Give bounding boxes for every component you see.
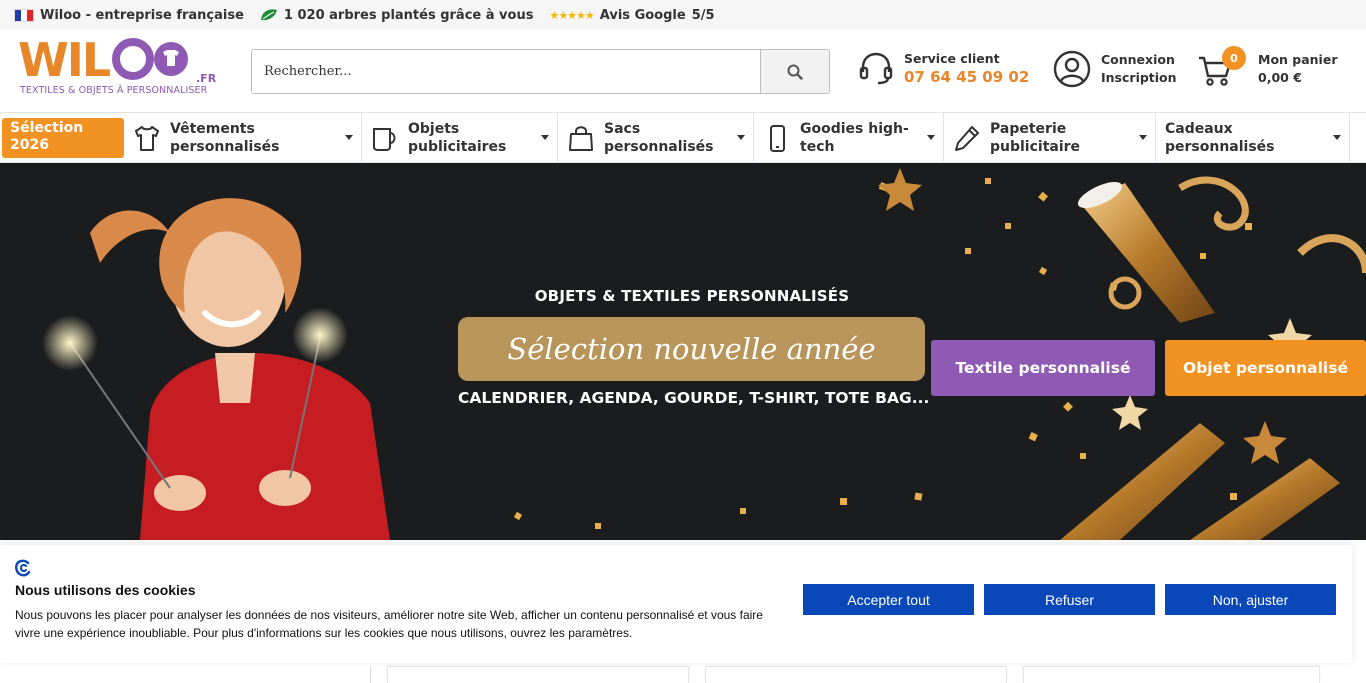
hero-title-banner: Sélection nouvelle année: [458, 317, 925, 381]
cookie-title: Nous utilisons des cookies: [15, 582, 196, 598]
nav-vetements-line1: Vêtements: [170, 120, 255, 137]
site-header: WIL .FR TEXTILES & OBJETS À PERSONNALISE…: [0, 30, 1366, 112]
service-phone[interactable]: 07 64 45 09 02: [904, 68, 1029, 86]
search-bar: [251, 49, 830, 94]
login-label: Connexion: [1101, 52, 1175, 67]
company-info: Wiloo - entreprise française: [14, 8, 244, 23]
logo-wordmark: WIL: [18, 33, 198, 89]
chevron-down-icon: [1139, 135, 1147, 140]
nav-item-cadeaux[interactable]: Cadeaux personnalisés: [1156, 113, 1350, 162]
search-icon: [787, 64, 803, 80]
leaf-icon: [260, 9, 277, 21]
user-icon: [1053, 50, 1091, 88]
nav-papeterie-line1: Papeterie: [990, 120, 1067, 137]
nav-goodies-line2: tech: [800, 138, 835, 155]
adjust-settings-button[interactable]: Non, ajuster: [1165, 584, 1336, 615]
nav-selection-line2: 2026: [10, 137, 49, 153]
feature-card: [387, 666, 689, 683]
top-info-bar: Wiloo - entreprise française 1 020 arbre…: [0, 0, 1366, 30]
company-text: Wiloo - entreprise française: [40, 7, 244, 23]
customer-service[interactable]: Service client 07 64 45 09 02: [858, 50, 1029, 86]
nav-item-vetements[interactable]: Vêtements personnalisés: [128, 113, 362, 162]
chevron-down-icon: [737, 135, 745, 140]
headset-icon: [859, 52, 893, 85]
pen-icon: [955, 125, 979, 151]
nav-objets-line2: publicitaires: [408, 138, 507, 155]
nav-vetements-line2: personnalisés: [170, 138, 280, 155]
chevron-down-icon: [927, 135, 935, 140]
nav-goodies-line1: Goodies high-: [800, 120, 909, 137]
logo-letters: WIL: [18, 33, 188, 87]
hero-banner[interactable]: OBJETS & TEXTILES PERSONNALISÉS Sélectio…: [0, 163, 1366, 540]
main-nav: Sélection 2026 Vêtements personnalisés Ob…: [0, 112, 1366, 163]
accept-all-button[interactable]: Accepter tout: [803, 584, 974, 615]
objet-personnalise-button[interactable]: Objet personnalisé: [1165, 340, 1366, 396]
bag-icon: [569, 125, 593, 151]
nav-item-goodies[interactable]: Goodies high-tech: [754, 113, 944, 162]
svg-text:WIL: WIL: [18, 38, 111, 82]
chevron-down-icon: [541, 135, 549, 140]
nav-selection-line1: Sélection: [10, 120, 84, 136]
nav-papeterie-line2: publicitaire: [990, 138, 1081, 155]
nav-item-sacs[interactable]: Sacs personnalisés: [558, 113, 754, 162]
chevron-down-icon: [1333, 135, 1341, 140]
cart-count-badge: 0: [1222, 46, 1246, 70]
nav-selection-2026[interactable]: Sélection 2026: [2, 118, 124, 158]
trees-info: 1 020 arbres plantés grâce à vous: [260, 7, 534, 23]
chevron-down-icon: [345, 135, 353, 140]
signup-label: Inscription: [1101, 70, 1177, 85]
account-link[interactable]: Connexion Inscription: [1053, 50, 1177, 88]
service-label: Service client: [904, 51, 1000, 66]
cart-total: 0,00 €: [1258, 70, 1302, 85]
feature-card: [1023, 666, 1320, 683]
reviews-label: Avis Google: [599, 7, 686, 23]
site-logo[interactable]: WIL .FR TEXTILES & OBJETS À PERSONNALISE…: [18, 33, 218, 100]
textile-personnalise-button[interactable]: Textile personnalisé: [931, 340, 1155, 396]
search-input[interactable]: [252, 50, 760, 93]
mug-icon: [373, 127, 396, 151]
nav-item-papeterie[interactable]: Papeterie publicitaire: [944, 113, 1156, 162]
rating-stars-icon: ★★★★★: [549, 8, 594, 22]
cart-link[interactable]: 0 Mon panier 0,00 €: [1196, 46, 1338, 88]
google-reviews-link[interactable]: ★★★★★ Avis Google 5/5: [549, 8, 714, 23]
trees-text: 1 020 arbres plantés grâce à vous: [283, 7, 534, 23]
search-button[interactable]: [760, 50, 829, 93]
french-flag-icon: [14, 8, 34, 22]
cookie-description: Nous pouvons les placer pour analyser le…: [15, 608, 763, 640]
phone-icon: [770, 124, 785, 152]
hero-kicker: OBJETS & TEXTILES PERSONNALISÉS: [534, 287, 850, 305]
tshirt-icon: [135, 125, 159, 151]
nav-cadeaux-line2: personnalisés: [1165, 138, 1275, 155]
nav-sacs-line1: Sacs: [604, 120, 641, 137]
reviews-rating: 5/5: [691, 7, 715, 23]
cookie-banner: Nous utilisons des cookies Nous pouvons …: [0, 545, 1352, 663]
logo-tagline: TEXTILES & OBJETS À PERSONNALISER: [20, 85, 208, 96]
hero-subtitle: CALENDRIER, AGENDA, GOURDE, T-SHIRT, TOT…: [458, 389, 930, 407]
nav-objets-line1: Objets: [408, 120, 460, 137]
cookie-consent-logo-icon: [15, 559, 31, 577]
refuse-button[interactable]: Refuser: [984, 584, 1155, 615]
logo-tld: .FR: [196, 72, 217, 85]
cart-label: Mon panier: [1258, 52, 1338, 67]
nav-item-objets[interactable]: Objets publicitaires: [362, 113, 558, 162]
nav-cadeaux-line1: Cadeaux: [1165, 120, 1233, 137]
divider: [370, 666, 371, 683]
feature-card: [705, 666, 1007, 683]
nav-sacs-line2: personnalisés: [604, 138, 714, 155]
